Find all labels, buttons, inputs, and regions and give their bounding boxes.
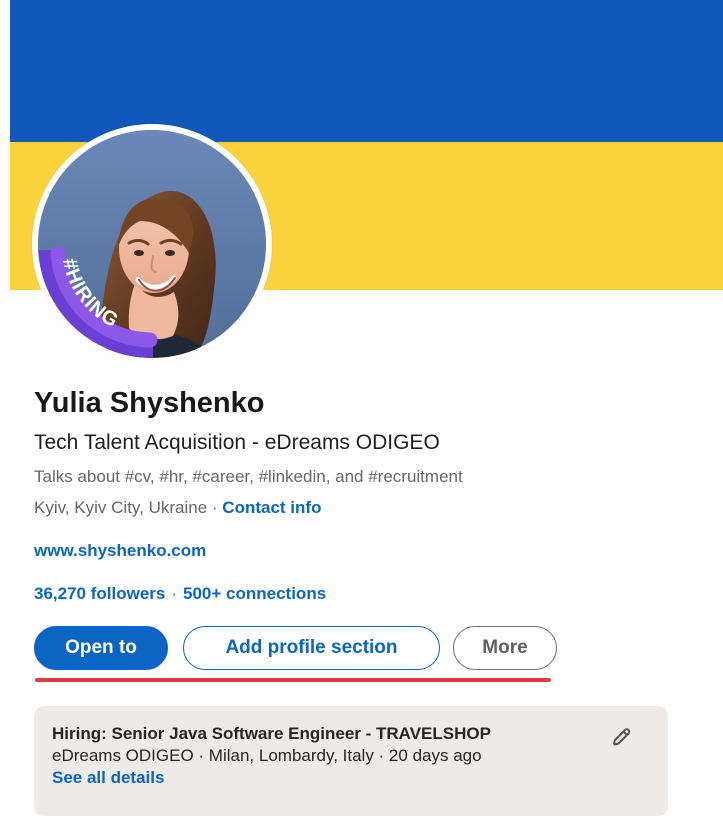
pencil-icon[interactable] (609, 726, 633, 750)
connections-link[interactable]: 500+ connections (183, 584, 326, 603)
contact-info-link[interactable]: Contact info (222, 498, 321, 517)
open-to-button[interactable]: Open to (34, 626, 168, 670)
network-separator: · (171, 584, 178, 603)
linkedin-profile-page: #HIRING Yulia Shyshenko Tech Talent Acqu… (0, 0, 723, 816)
profile-photo[interactable]: #HIRING (38, 130, 266, 358)
banner-blue-stripe (10, 0, 723, 142)
profile-website-link[interactable]: www.shyshenko.com (34, 540, 206, 562)
left-eye (134, 250, 144, 256)
profile-headline: Tech Talent Acquisition - eDreams ODIGEO (34, 431, 440, 454)
more-button[interactable]: More (453, 626, 557, 670)
hiring-job-title[interactable]: Hiring: Senior Java Software Engineer - … (52, 723, 650, 745)
location-separator: · (207, 498, 223, 517)
red-annotation-underline (35, 678, 551, 682)
followers-link[interactable]: 36,270 followers (34, 584, 165, 603)
location-contact-row: Kyiv, Kyiv City, Ukraine · Contact info (34, 497, 321, 519)
add-profile-section-button[interactable]: Add profile section (183, 626, 440, 670)
hiring-job-meta: eDreams ODIGEO · Milan, Lombardy, Italy … (52, 746, 482, 765)
profile-name: Yulia Shyshenko (34, 387, 265, 419)
hiring-card[interactable]: Hiring: Senior Java Software Engineer - … (34, 706, 668, 816)
network-row: 36,270 followers · 500+ connections (34, 583, 326, 605)
see-all-details-link[interactable]: See all details (52, 767, 164, 789)
profile-photo-illustration: #HIRING (38, 130, 266, 358)
right-eye (165, 250, 175, 256)
profile-location: Kyiv, Kyiv City, Ukraine (34, 498, 208, 517)
profile-topics: Talks about #cv, #hr, #career, #linkedin… (34, 467, 463, 486)
